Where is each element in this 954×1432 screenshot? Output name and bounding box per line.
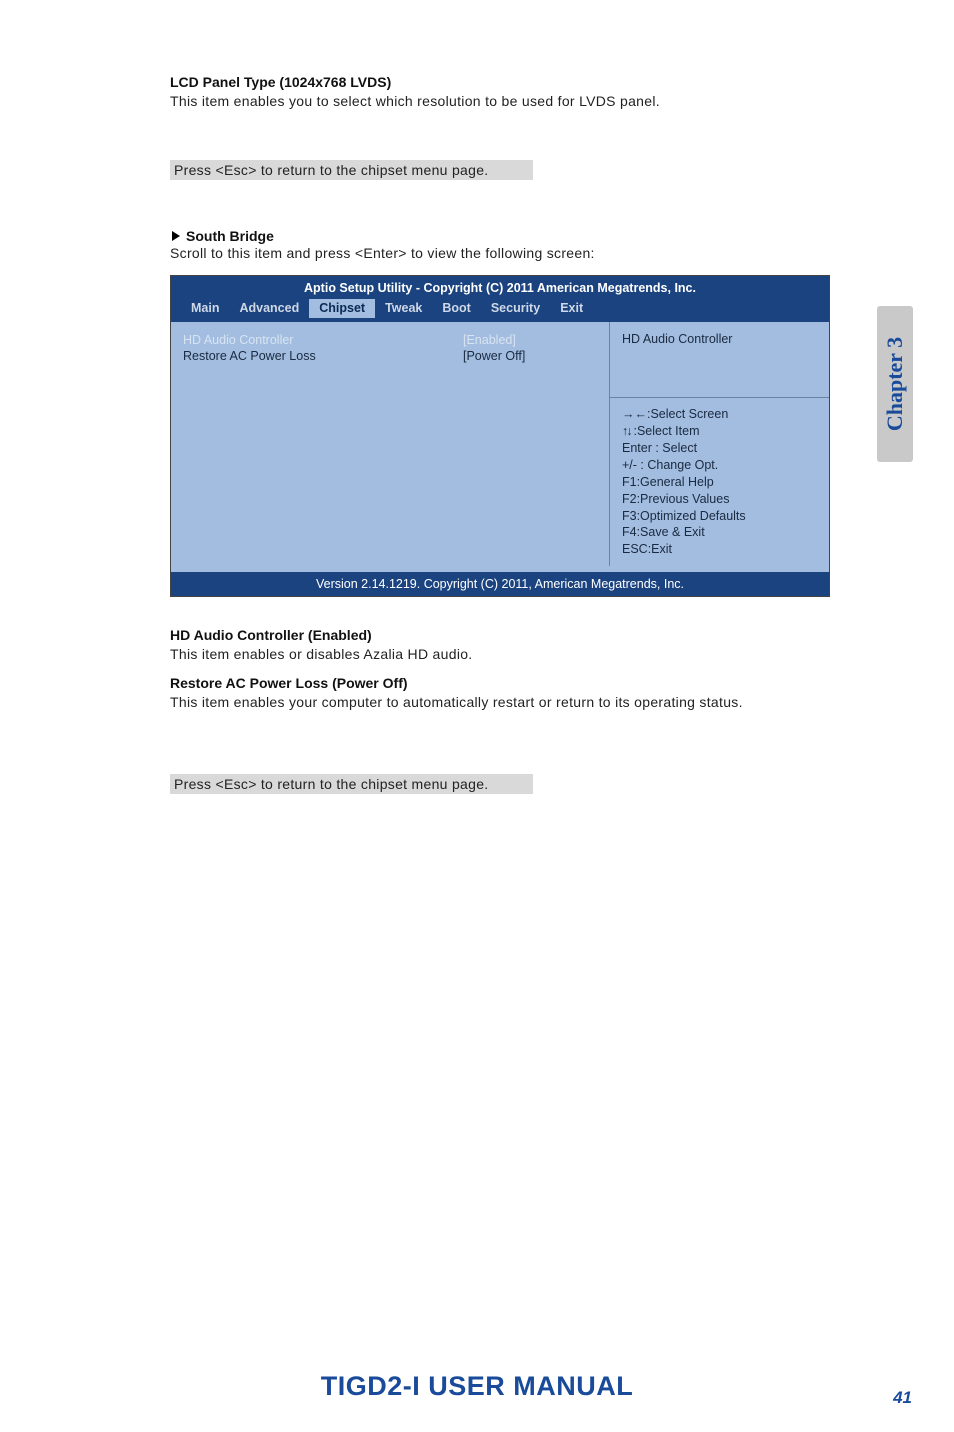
lcd-panel-desc: This item enables you to select which re… xyxy=(170,92,846,112)
bios-help-title: HD Audio Controller xyxy=(610,322,829,398)
up-down-arrow-icon xyxy=(622,424,634,438)
south-bridge-label: South Bridge xyxy=(186,228,274,244)
help-select-item: :Select Item xyxy=(622,423,817,440)
help-f2: F2:Previous Values xyxy=(622,491,817,508)
tab-boot[interactable]: Boot xyxy=(432,299,480,318)
help-f4: F4:Save & Exit xyxy=(622,524,817,541)
bios-row-value: [Enabled] xyxy=(463,333,516,347)
chapter-side-label: Chapter 3 xyxy=(882,337,908,431)
restore-ac-heading: Restore AC Power Loss (Power Off) xyxy=(170,675,846,691)
page-content: LCD Panel Type (1024x768 LVDS) This item… xyxy=(0,0,954,824)
left-right-arrow-icon xyxy=(622,407,647,421)
help-f1: F1:General Help xyxy=(622,474,817,491)
bios-row-value: [Power Off] xyxy=(463,349,525,363)
bios-row-hd-audio[interactable]: HD Audio Controller [Enabled] xyxy=(183,332,597,348)
south-bridge-desc: Scroll to this item and press <Enter> to… xyxy=(170,244,846,264)
help-change-opt: +/- : Change Opt. xyxy=(622,457,817,474)
bios-row-label: Restore AC Power Loss xyxy=(183,349,383,363)
help-f3: F3:Optimized Defaults xyxy=(622,508,817,525)
bios-footer: Version 2.14.1219. Copyright (C) 2011, A… xyxy=(171,566,829,596)
bios-right-pane: HD Audio Controller :Select Screen :Sele… xyxy=(609,322,829,566)
help-select-screen: :Select Screen xyxy=(622,406,817,423)
lcd-panel-heading: LCD Panel Type (1024x768 LVDS) xyxy=(170,74,846,90)
bios-row-restore-ac[interactable]: Restore AC Power Loss [Power Off] xyxy=(183,348,597,364)
chapter-side-tab: Chapter 3 xyxy=(877,306,913,462)
tab-tweak[interactable]: Tweak xyxy=(375,299,432,318)
bios-tab-bar: Main Advanced Chipset Tweak Boot Securit… xyxy=(171,299,829,322)
help-esc: ESC:Exit xyxy=(622,541,817,558)
document-footer: TIGD2-I USER MANUAL xyxy=(0,1371,954,1402)
page-number: 41 xyxy=(893,1388,912,1408)
help-enter: Enter : Select xyxy=(622,440,817,457)
bios-help-keys: :Select Screen :Select Item Enter : Sele… xyxy=(610,398,829,566)
hd-audio-desc: This item enables or disables Azalia HD … xyxy=(170,645,846,665)
bios-row-label: HD Audio Controller xyxy=(183,333,383,347)
tab-security[interactable]: Security xyxy=(481,299,550,318)
esc-note-2: Press <Esc> to return to the chipset men… xyxy=(170,774,533,794)
hd-audio-heading: HD Audio Controller (Enabled) xyxy=(170,627,846,643)
south-bridge-heading: South Bridge xyxy=(170,228,846,244)
bios-left-pane: HD Audio Controller [Enabled] Restore AC… xyxy=(171,322,609,566)
bios-body: HD Audio Controller [Enabled] Restore AC… xyxy=(171,322,829,566)
restore-ac-desc: This item enables your computer to autom… xyxy=(170,693,846,713)
bios-header: Aptio Setup Utility - Copyright (C) 2011… xyxy=(171,276,829,322)
bios-panel: Aptio Setup Utility - Copyright (C) 2011… xyxy=(170,275,830,597)
tab-advanced[interactable]: Advanced xyxy=(229,299,309,318)
bios-title: Aptio Setup Utility - Copyright (C) 2011… xyxy=(171,276,829,299)
tab-exit[interactable]: Exit xyxy=(550,299,593,318)
esc-note-1: Press <Esc> to return to the chipset men… xyxy=(170,160,533,180)
document-footer-title: TIGD2-I USER MANUAL xyxy=(321,1371,634,1401)
tab-chipset[interactable]: Chipset xyxy=(309,299,375,318)
tab-main[interactable]: Main xyxy=(181,299,229,318)
triangle-right-icon xyxy=(172,231,180,241)
